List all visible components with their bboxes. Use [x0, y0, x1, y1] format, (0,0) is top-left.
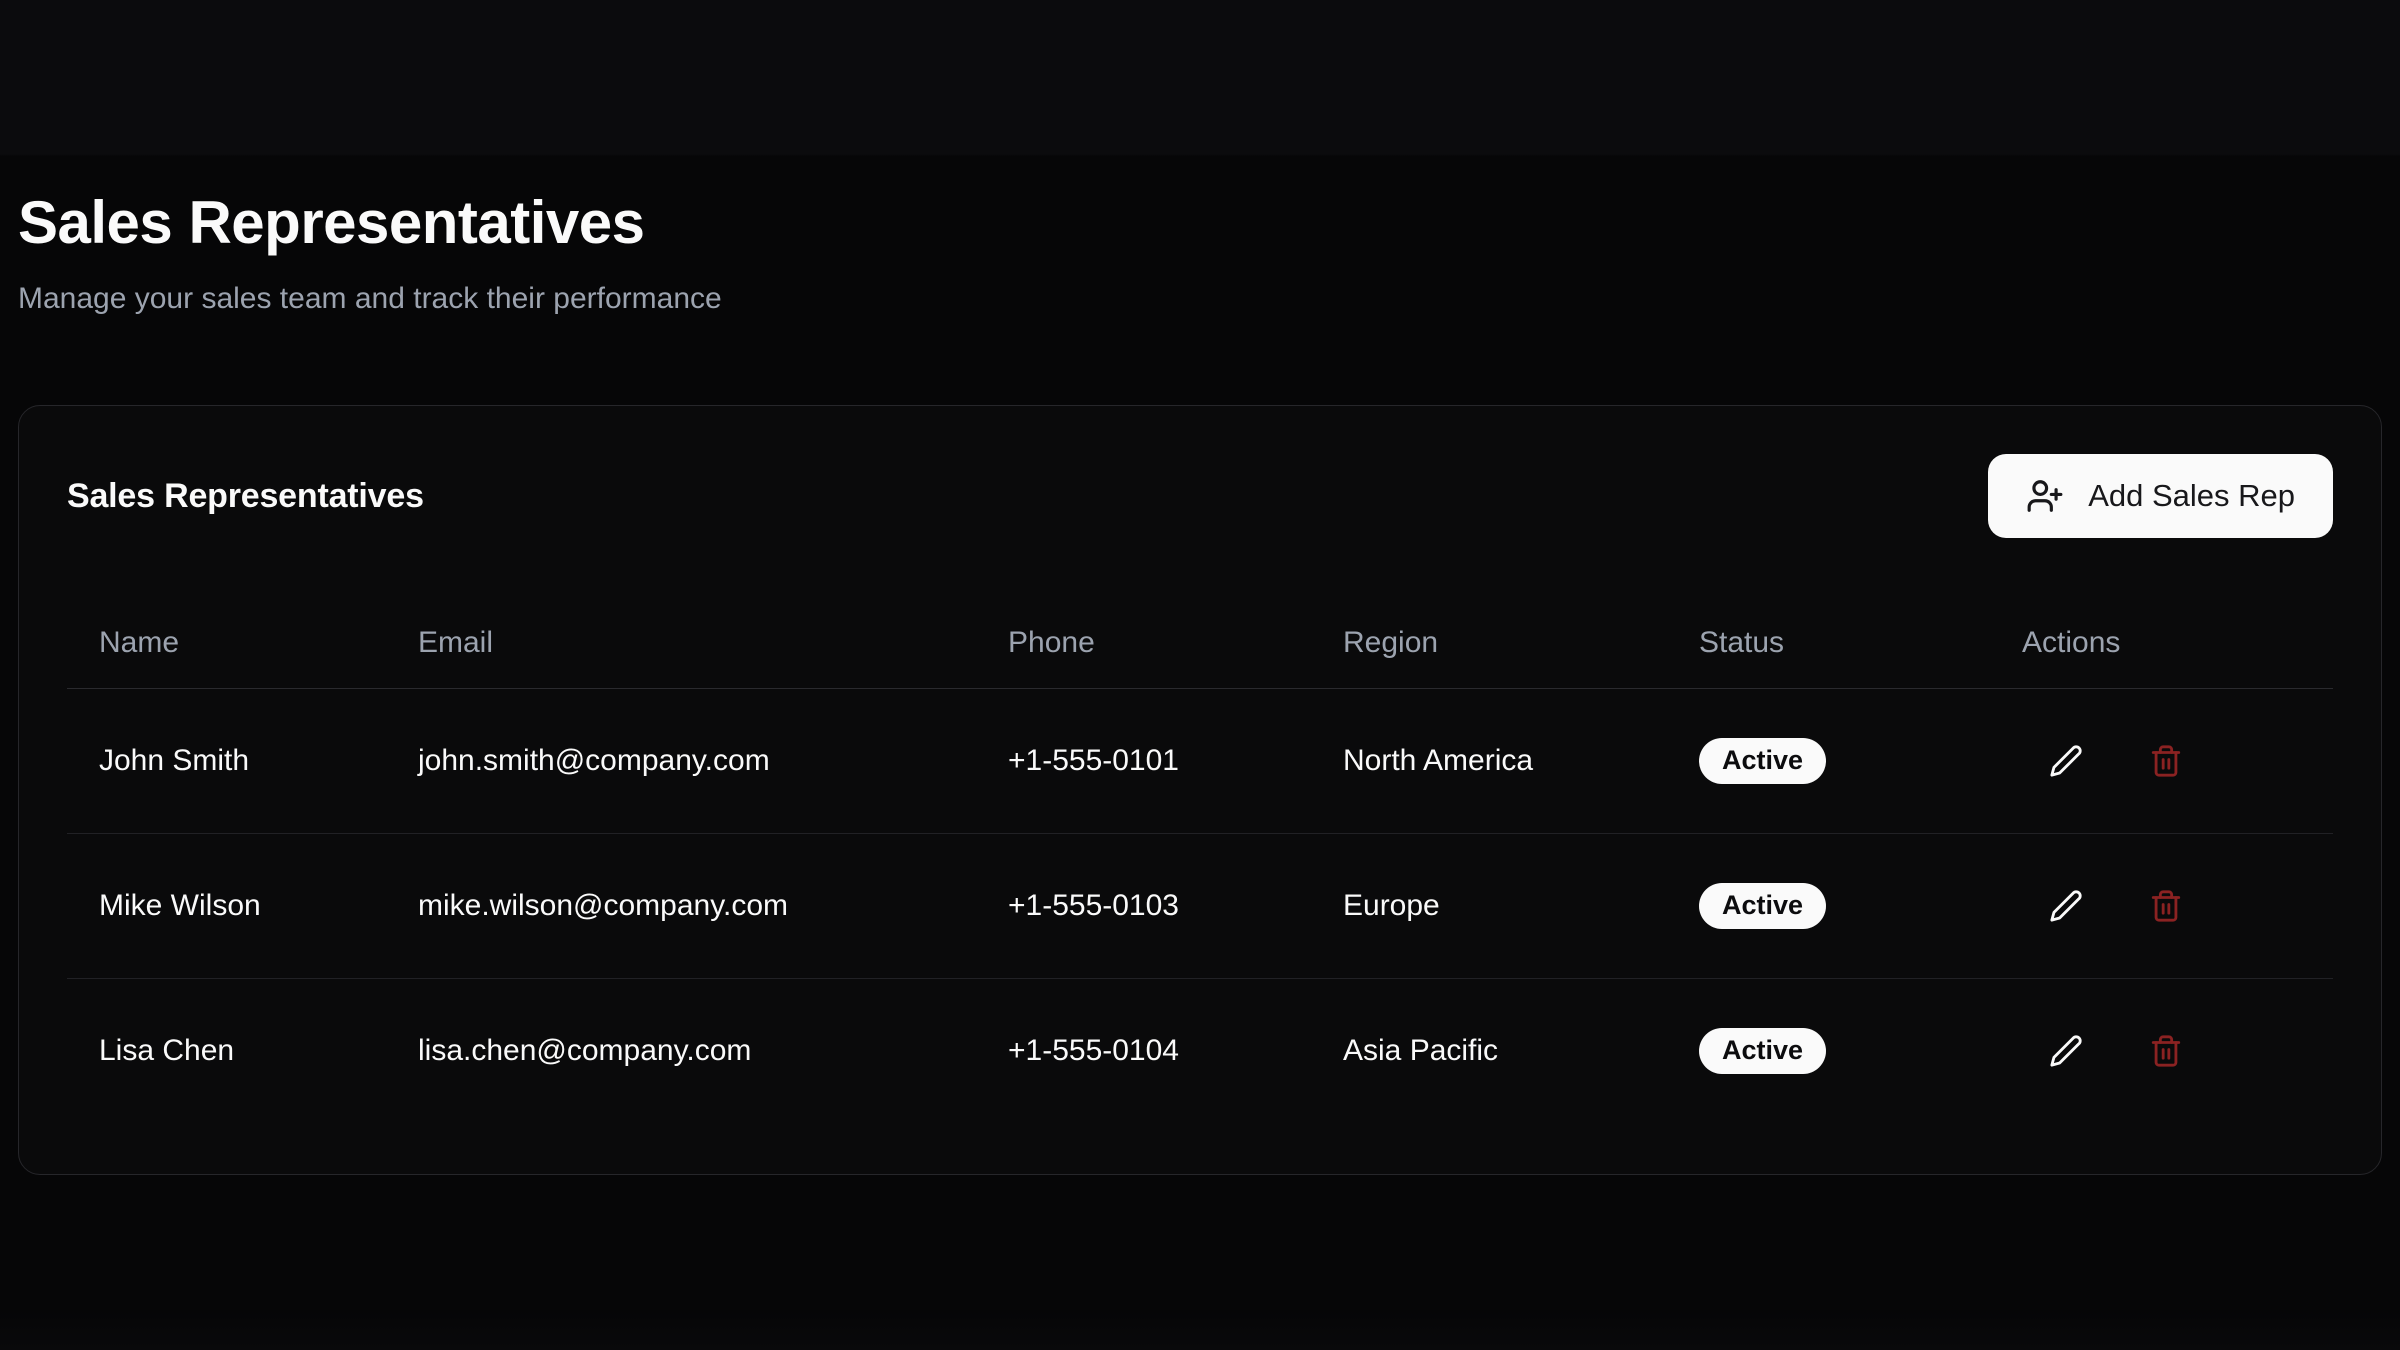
table-header: Name Email Phone Region Status Actions — [67, 598, 2333, 688]
cell-email: mike.wilson@company.com — [386, 833, 976, 978]
delete-button[interactable] — [2144, 739, 2188, 783]
delete-button[interactable] — [2144, 1029, 2188, 1073]
cell-name: Mike Wilson — [67, 833, 386, 978]
page-title: Sales Representatives — [18, 0, 2382, 257]
edit-button[interactable] — [2044, 1029, 2088, 1073]
trash-icon — [2149, 744, 2183, 778]
add-sales-rep-button[interactable]: Add Sales Rep — [1988, 454, 2333, 538]
trash-icon — [2149, 889, 2183, 923]
status-badge: Active — [1699, 1028, 1826, 1074]
status-badge: Active — [1699, 883, 1826, 929]
column-header-status: Status — [1667, 598, 1990, 688]
cell-name: Lisa Chen — [67, 978, 386, 1123]
cell-email: john.smith@company.com — [386, 688, 976, 833]
table-row: John Smith john.smith@company.com +1-555… — [67, 688, 2333, 833]
page-subtitle: Manage your sales team and track their p… — [18, 281, 2382, 317]
status-badge: Active — [1699, 738, 1826, 784]
table-row: Lisa Chen lisa.chen@company.com +1-555-0… — [67, 978, 2333, 1123]
cell-email: lisa.chen@company.com — [386, 978, 976, 1123]
row-actions — [2022, 739, 2301, 783]
user-plus-icon — [2026, 477, 2064, 515]
cell-phone: +1-555-0101 — [976, 688, 1311, 833]
column-header-phone: Phone — [976, 598, 1311, 688]
card-title: Sales Representatives — [67, 477, 424, 516]
add-sales-rep-button-label: Add Sales Rep — [2088, 478, 2295, 514]
card-header: Sales Representatives Add Sales Rep — [67, 454, 2333, 538]
cell-region: Asia Pacific — [1311, 978, 1667, 1123]
page-container: Sales Representatives Manage your sales … — [0, 0, 2400, 1175]
column-header-name: Name — [67, 598, 386, 688]
cell-region: North America — [1311, 688, 1667, 833]
cell-phone: +1-555-0104 — [976, 978, 1311, 1123]
pencil-icon — [2049, 1034, 2083, 1068]
cell-name: John Smith — [67, 688, 386, 833]
sales-reps-table: Name Email Phone Region Status Actions J… — [67, 598, 2333, 1123]
sales-reps-card: Sales Representatives Add Sales Rep — [18, 405, 2382, 1175]
cell-phone: +1-555-0103 — [976, 833, 1311, 978]
column-header-email: Email — [386, 598, 976, 688]
edit-button[interactable] — [2044, 884, 2088, 928]
column-header-region: Region — [1311, 598, 1667, 688]
table-row: Mike Wilson mike.wilson@company.com +1-5… — [67, 833, 2333, 978]
row-actions — [2022, 884, 2301, 928]
pencil-icon — [2049, 744, 2083, 778]
column-header-actions: Actions — [1990, 598, 2333, 688]
row-actions — [2022, 1029, 2301, 1073]
delete-button[interactable] — [2144, 884, 2188, 928]
pencil-icon — [2049, 889, 2083, 923]
trash-icon — [2149, 1034, 2183, 1068]
cell-region: Europe — [1311, 833, 1667, 978]
edit-button[interactable] — [2044, 739, 2088, 783]
